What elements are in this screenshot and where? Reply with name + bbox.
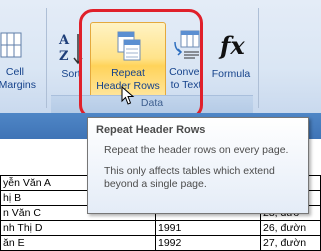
cell-margins-button[interactable]: Cell Margins — [0, 22, 38, 102]
mouse-cursor-icon — [121, 86, 135, 105]
formula-fx-icon: fx — [218, 31, 245, 60]
group-separator — [258, 8, 259, 108]
formula-button[interactable]: fx Formula — [206, 22, 256, 102]
ribbon: Cell Margins A Z Sort Repeat Header Rows — [0, 0, 321, 119]
annotation-highlight-ring — [79, 9, 203, 119]
table-cell[interactable]: 1992 — [155, 235, 261, 251]
group-separator — [46, 8, 47, 108]
tooltip-note: This only affects tables which extend be… — [104, 165, 275, 190]
table-cell[interactable]: 26, đườn — [260, 220, 321, 236]
cell-margins-label: Cell Margins — [0, 66, 36, 91]
table-cell[interactable]: nh Thị D — [0, 220, 156, 236]
table-row: ăn E 1992 27, đườn — [0, 235, 321, 251]
table-cell[interactable]: 27, đườn — [260, 235, 321, 251]
tooltip: Repeat Header Rows Repeat the header row… — [87, 117, 309, 214]
svg-text:Z: Z — [59, 49, 69, 64]
formula-label: Formula — [211, 68, 251, 80]
svg-text:fx: fx — [218, 31, 245, 60]
cell-margins-icon — [0, 32, 22, 58]
table-cell[interactable]: 1991 — [155, 220, 261, 236]
table-row: nh Thị D 1991 26, đườn — [0, 220, 321, 236]
svg-text:A: A — [58, 33, 70, 48]
table-cell[interactable]: ăn E — [0, 235, 156, 251]
tooltip-title: Repeat Header Rows — [96, 124, 206, 136]
tooltip-description: Repeat the header rows on every page. — [104, 144, 289, 156]
